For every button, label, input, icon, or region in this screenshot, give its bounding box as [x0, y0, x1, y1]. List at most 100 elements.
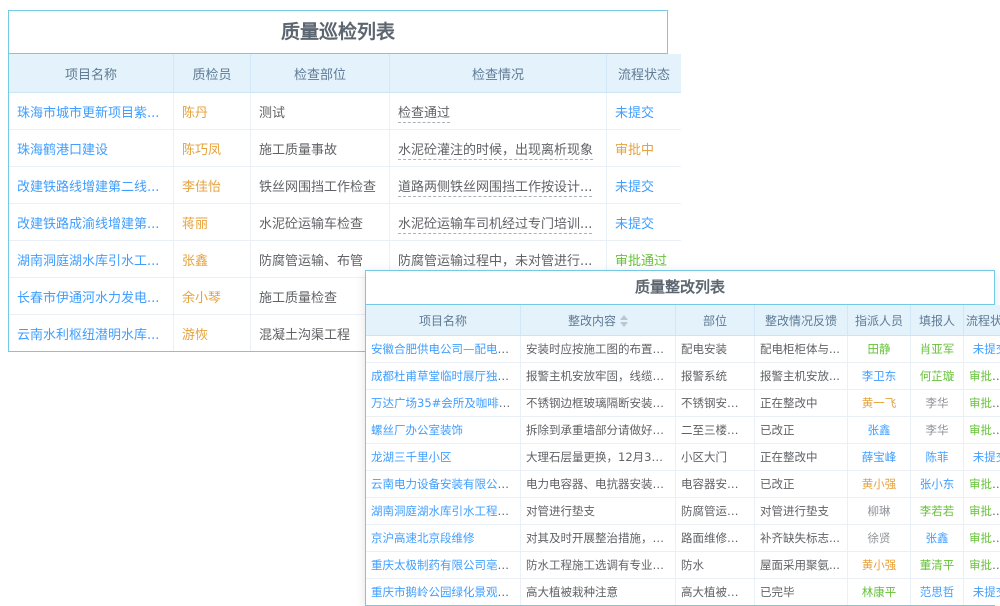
rectify-table: 项目名称整改内容部位整改情况反馈指派人员填报人流程状态 安徽合肥供电公司—配电设… — [366, 305, 1000, 605]
assignee-cell: 张鑫 — [848, 417, 911, 444]
part-text: 防腐管运输... — [681, 504, 749, 518]
project-link[interactable]: 湖南洞庭湖水库引水工... — [17, 254, 159, 269]
feedback-cell: 配电柜柜体与... — [755, 336, 848, 363]
rectify-table-body: 安徽合肥供电公司—配电设备...安装时应按施工图的布置，将...配电安装配电柜柜… — [366, 336, 1000, 606]
column-header-label: 流程状态 — [618, 68, 670, 83]
project-link[interactable]: 湖南洞庭湖水库引水工程施工1标 — [371, 504, 521, 518]
feedback-text: 正在整改中 — [760, 450, 818, 464]
status-text: 未提交 — [615, 217, 654, 232]
reporter-text: 张鑫 — [926, 531, 949, 545]
project-link[interactable]: 龙湖三千里小区 — [371, 450, 452, 464]
column-header-label: 指派人员 — [855, 314, 903, 328]
column-header-label: 检查部位 — [294, 68, 346, 83]
project-cell: 成都杜甫草堂临时展厅独立展... — [366, 363, 521, 390]
feedback-cell: 已完毕 — [755, 579, 848, 606]
assignee-text: 李卫东 — [862, 369, 897, 383]
column-header-assignee: 指派人员 — [848, 305, 911, 336]
status-text: 审批通过 — [969, 477, 1000, 491]
reporter-text: 李华 — [926, 396, 949, 410]
column-header-label: 检查情况 — [472, 68, 524, 83]
assignee-cell: 田静 — [848, 336, 911, 363]
feedback-text: 配电柜柜体与... — [760, 342, 840, 356]
project-link[interactable]: 云南电力设备安装有限公司20... — [371, 477, 521, 491]
project-link[interactable]: 重庆市鹅岭公园绿化景观提升... — [371, 585, 521, 599]
assignee-cell: 黄小强 — [848, 552, 911, 579]
situation-text: 防腐管运输过程中，未对管进行... — [398, 254, 592, 271]
project-link[interactable]: 万达广场35#会所及咖啡厅空... — [371, 396, 521, 410]
part-text: 防腐管运输、布管 — [259, 254, 363, 269]
assignee-cell: 林康平 — [848, 579, 911, 606]
project-link[interactable]: 安徽合肥供电公司—配电设备... — [371, 342, 521, 356]
status-cell: 审批通过 — [964, 363, 1000, 390]
column-header-part: 检查部位 — [251, 54, 390, 93]
project-cell: 湖南洞庭湖水库引水工程施工1标 — [366, 498, 521, 525]
part-cell: 测试 — [251, 93, 390, 130]
assignee-cell: 黄一飞 — [848, 390, 911, 417]
column-header-situation: 检查情况 — [390, 54, 607, 93]
project-link[interactable]: 京沪高速北京段维修 — [371, 531, 475, 545]
feedback-cell: 对管进行垫支 — [755, 498, 848, 525]
assignee-cell: 柳琳 — [848, 498, 911, 525]
status-cell: 未提交 — [964, 444, 1000, 471]
assignee-text: 薛宝峰 — [862, 450, 897, 464]
sort-caret-icon[interactable] — [620, 315, 628, 327]
project-link[interactable]: 长春市伊通河水力发电... — [17, 291, 159, 306]
status-cell: 未提交 — [964, 579, 1000, 606]
table-row: 珠海鹤港口建设陈巧凤施工质量事故水泥砼灌注的时候，出现离析现象审批中 — [9, 130, 681, 167]
feedback-cell: 正在整改中 — [755, 390, 848, 417]
inspector-cell: 李佳怡 — [174, 167, 251, 204]
situation-text: 道路两侧铁丝网围挡工作按设计... — [398, 180, 592, 197]
feedback-text: 已改正 — [760, 477, 795, 491]
column-header-part: 部位 — [676, 305, 755, 336]
project-cell: 龙湖三千里小区 — [366, 444, 521, 471]
status-cell: 未提交 — [607, 167, 682, 204]
reporter-text: 何芷璇 — [920, 369, 955, 383]
sort-desc-icon[interactable] — [620, 322, 628, 327]
feedback-text: 屋面采用聚氨... — [760, 558, 840, 572]
project-link[interactable]: 珠海市城市更新项目紫... — [17, 106, 159, 121]
project-link[interactable]: 螺丝厂办公室装饰 — [371, 423, 463, 437]
project-cell: 安徽合肥供电公司—配电设备... — [366, 336, 521, 363]
part-text: 二至三楼混... — [681, 423, 749, 437]
status-text: 审批通过 — [969, 504, 1000, 518]
assignee-cell: 薛宝峰 — [848, 444, 911, 471]
inspector-text: 张鑫 — [182, 254, 208, 269]
table-row: 京沪高速北京段维修对其及时开展整治措施，桥头...路面维修检...补齐缺失标志.… — [366, 525, 1000, 552]
situation-text: 检查通过 — [398, 106, 450, 123]
inspector-text: 游恢 — [182, 328, 208, 343]
column-header-project: 项目名称 — [9, 54, 174, 93]
project-cell: 湖南洞庭湖水库引水工... — [9, 241, 174, 278]
project-link[interactable]: 改建铁路成渝线增建第... — [17, 217, 159, 232]
inspector-text: 余小琴 — [182, 291, 221, 306]
reporter-cell: 李若若 — [911, 498, 964, 525]
project-link[interactable]: 云南水利枢纽潜明水库... — [17, 328, 159, 343]
project-link[interactable]: 成都杜甫草堂临时展厅独立展... — [371, 369, 521, 383]
project-link[interactable]: 珠海鹤港口建设 — [17, 143, 108, 158]
status-text: 未提交 — [973, 585, 1000, 599]
status-text: 审批中 — [615, 143, 654, 158]
content-cell: 高大植被栽种注意 — [521, 579, 676, 606]
assignee-cell: 李卫东 — [848, 363, 911, 390]
status-cell: 审批通过 — [964, 390, 1000, 417]
content-cell: 安装时应按施工图的布置，将... — [521, 336, 676, 363]
part-cell: 不锈钢安装... — [676, 390, 755, 417]
column-header-inspector: 质检员 — [174, 54, 251, 93]
column-header-content[interactable]: 整改内容 — [521, 305, 676, 336]
assignee-text: 张鑫 — [868, 423, 891, 437]
column-header-label: 填报人 — [919, 314, 955, 328]
content-text: 不锈钢边框玻璃隔断安装不牢... — [526, 396, 676, 410]
table-row: 重庆市鹅岭公园绿化景观提升...高大植被栽种注意高大植被栽种已完毕林康平范思哲未… — [366, 579, 1000, 606]
project-link[interactable]: 改建铁路线增建第二线... — [17, 180, 159, 195]
part-text: 路面维修检... — [681, 531, 749, 545]
assignee-text: 黄小强 — [862, 558, 897, 572]
content-cell: 电力电容器、电抗器安装方案,... — [521, 471, 676, 498]
status-cell: 未提交 — [607, 93, 682, 130]
column-header-label: 整改内容 — [568, 314, 616, 328]
part-cell: 施工质量事故 — [251, 130, 390, 167]
feedback-cell: 屋面采用聚氨... — [755, 552, 848, 579]
content-text: 拆除到承重墙部分请做好加固... — [526, 423, 676, 437]
situation-cell: 水泥砼运输车司机经过专门培训... — [390, 204, 607, 241]
column-header-label: 项目名称 — [419, 314, 467, 328]
project-link[interactable]: 重庆太极制药有限公司亳州中... — [371, 558, 521, 572]
sort-asc-icon[interactable] — [620, 315, 628, 320]
